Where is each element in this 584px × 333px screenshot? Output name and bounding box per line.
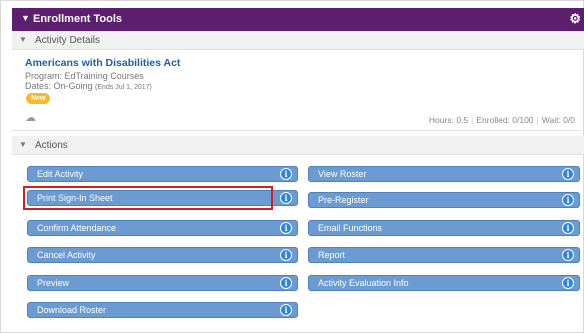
email-functions-button[interactable]: Email Functions i (308, 220, 580, 236)
activity-dates-note: (Ends Jul 1, 2017) (95, 84, 152, 91)
button-label: Edit Activity (37, 169, 84, 179)
info-icon[interactable]: i (280, 192, 292, 204)
collapse-caret-icon[interactable]: ▼ (21, 13, 30, 23)
pre-register-button[interactable]: Pre-Register i (308, 192, 580, 208)
confirm-attendance-button[interactable]: Confirm Attendance i (27, 220, 298, 236)
activity-title[interactable]: Americans with Disabilities Act (25, 57, 180, 69)
activity-program: Program: EdTraining Courses (25, 71, 144, 81)
view-roster-button[interactable]: View Roster i (308, 166, 580, 182)
button-label: View Roster (318, 169, 367, 179)
actions-label: Actions (35, 140, 68, 151)
activity-dates: Dates: On-Going (Ends Jul 1, 2017) (25, 81, 180, 93)
collapse-caret-icon[interactable]: ▼ (19, 35, 27, 44)
button-label: Confirm Attendance (37, 223, 117, 233)
enrolled-stat: Enrolled: 0/100 (476, 115, 534, 125)
section-divider (12, 130, 584, 131)
download-roster-button[interactable]: Download Roster i (27, 302, 298, 318)
edit-activity-button[interactable]: Edit Activity i (27, 166, 298, 182)
activity-dates-label: Dates: On-Going (25, 81, 93, 91)
info-icon[interactable]: i (562, 277, 574, 289)
button-label: Download Roster (37, 305, 107, 315)
cancel-activity-button[interactable]: Cancel Activity i (27, 247, 298, 263)
info-icon[interactable]: i (562, 222, 574, 234)
enrollment-tools-header[interactable]: ▼ Enrollment Tools ⚙ (12, 8, 584, 31)
activity-details-label: Activity Details (35, 35, 101, 46)
info-icon[interactable]: i (280, 168, 292, 180)
button-label: Activity Evaluation Info (318, 278, 409, 288)
enrollment-tools-title: Enrollment Tools (33, 13, 123, 25)
info-icon[interactable]: i (562, 194, 574, 206)
collapse-caret-icon[interactable]: ▼ (19, 140, 27, 149)
info-icon[interactable]: i (562, 168, 574, 180)
button-label: Report (318, 250, 346, 260)
enrollment-tools-panel: ▼ Enrollment Tools ⚙ ▼ Activity Details … (0, 0, 584, 333)
highlight-box (23, 186, 273, 210)
wait-stat: Wait: 0/0 (541, 115, 575, 125)
info-icon[interactable]: i (562, 249, 574, 261)
new-badge: New (26, 93, 51, 104)
gear-icon[interactable]: ⚙ (569, 11, 581, 27)
hours-stat: Hours: 0.5 (428, 115, 469, 125)
info-icon[interactable]: i (280, 277, 292, 289)
cloud-icon: ☁ (25, 112, 36, 124)
report-button[interactable]: Report i (308, 247, 580, 263)
button-label: Pre-Register (318, 195, 369, 205)
preview-button[interactable]: Preview i (27, 275, 298, 291)
info-icon[interactable]: i (280, 222, 292, 234)
activity-stats: Hours: 0.5 | Enrolled: 0/100 | Wait: 0/0 (428, 115, 575, 125)
info-icon[interactable]: i (280, 249, 292, 261)
activity-evaluation-info-button[interactable]: Activity Evaluation Info i (308, 275, 580, 291)
activity-details-bar[interactable]: ▼ Activity Details (12, 31, 584, 50)
button-label: Cancel Activity (37, 250, 96, 260)
activity-details: Americans with Disabilities Act Program:… (25, 57, 180, 93)
info-icon[interactable]: i (280, 304, 292, 316)
button-label: Email Functions (318, 223, 383, 233)
button-label: Preview (37, 278, 70, 288)
actions-bar[interactable]: ▼ Actions (12, 136, 584, 155)
